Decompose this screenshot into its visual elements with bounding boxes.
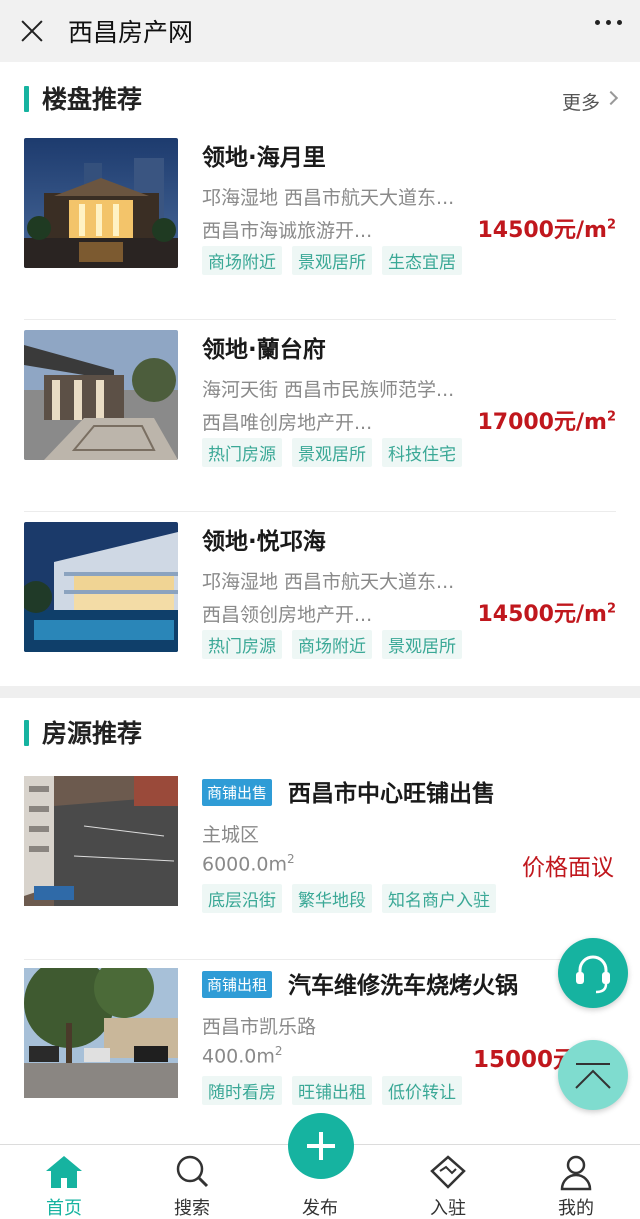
listing-recommend-section: 房源推荐 商铺出售 西昌市中心旺铺出售 主城区 6000.0m2 价格面议 底层… — [0, 698, 640, 1144]
estate-image[interactable] — [24, 138, 178, 268]
page-title: 西昌房产网 — [68, 18, 194, 47]
estate-address: 邛海湿地 西昌市航天大道东... — [202, 571, 455, 593]
section-header: 房源推荐 — [0, 698, 640, 764]
tag: 科技住宅 — [382, 438, 462, 467]
tag: 景观居所 — [292, 438, 372, 467]
handshake-icon — [430, 1155, 466, 1189]
section-header: 楼盘推荐 更多 — [0, 64, 640, 130]
listing-price: 价格面议 — [522, 855, 614, 881]
tag: 底层沿街 — [202, 884, 282, 913]
listing-area: 6000.0m2 — [202, 852, 295, 876]
listing-image[interactable] — [24, 776, 178, 906]
user-icon — [560, 1155, 592, 1191]
section-accent-bar — [24, 86, 29, 112]
tag-list: 商场附近 景观居所 生态宜居 — [202, 246, 462, 275]
listing-title: 西昌市中心旺铺出售 — [288, 781, 495, 807]
tab-search[interactable]: 搜索 — [128, 1145, 256, 1219]
estate-card[interactable]: 领地·蘭台府 海河天街 西昌市民族师范学... 西昌唯创房地产开... 1700… — [24, 322, 616, 512]
tab-join[interactable]: 入驻 — [384, 1145, 512, 1219]
estate-price: 14500元/m2 — [477, 601, 616, 627]
estate-price: 17000元/m2 — [477, 409, 616, 435]
estate-image[interactable] — [24, 522, 178, 652]
estate-developer: 西昌唯创房地产开... — [202, 412, 373, 434]
estate-developer: 西昌市海诚旅游开... — [202, 220, 373, 242]
back-to-top-button[interactable] — [558, 1040, 628, 1110]
tag-list: 底层沿街 繁华地段 知名商户入驻 — [202, 884, 496, 913]
listing-area: 400.0m2 — [202, 1044, 283, 1068]
tag: 景观居所 — [382, 630, 462, 659]
estate-address: 邛海湿地 西昌市航天大道东... — [202, 187, 455, 209]
tab-home[interactable]: 首页 — [0, 1145, 128, 1219]
tag: 热门房源 — [202, 438, 282, 467]
listing-district: 西昌市凯乐路 — [202, 1016, 317, 1038]
search-icon — [176, 1155, 209, 1188]
estate-developer: 西昌领创房地产开... — [202, 604, 373, 626]
section-title: 楼盘推荐 — [42, 85, 143, 114]
estate-address: 海河天街 西昌市民族师范学... — [202, 379, 455, 401]
estate-image[interactable] — [24, 330, 178, 460]
tag: 知名商户入驻 — [382, 884, 496, 913]
tag: 低价转让 — [382, 1076, 462, 1105]
tag: 景观居所 — [292, 246, 372, 275]
estate-recommend-section: 楼盘推荐 更多 领地·海月里 邛海湿地 西昌市航天大道东... 西昌市海诚旅游开… — [0, 64, 640, 686]
tag-list: 随时看房 旺铺出租 低价转让 — [202, 1076, 462, 1105]
estate-price: 14500元/m2 — [477, 217, 616, 243]
section-divider — [0, 686, 640, 698]
more-link[interactable]: 更多 — [562, 88, 600, 115]
estate-name: 领地·蘭台府 — [202, 337, 326, 363]
tag-list: 热门房源 商场附近 景观居所 — [202, 630, 462, 659]
tag: 繁华地段 — [292, 884, 372, 913]
listing-card[interactable]: 商铺出售 西昌市中心旺铺出售 主城区 6000.0m2 价格面议 底层沿街 繁华… — [24, 768, 616, 960]
estate-name: 领地·悦邛海 — [202, 529, 326, 555]
tag: 生态宜居 — [382, 246, 462, 275]
headset-icon — [576, 955, 610, 994]
estate-card[interactable]: 领地·悦邛海 邛海湿地 西昌市航天大道东... 西昌领创房地产开... 1450… — [24, 514, 616, 704]
arrow-up-icon — [575, 1063, 611, 1089]
top-bar: 西昌房产网 — [0, 0, 640, 62]
listing-title: 汽车维修洗车烧烤火锅 — [288, 973, 518, 999]
tag-list: 热门房源 景观居所 科技住宅 — [202, 438, 462, 467]
publish-plus-button[interactable] — [288, 1113, 354, 1179]
chevron-right-icon[interactable] — [603, 90, 619, 106]
tab-label: 首页 — [46, 1198, 82, 1219]
listing-type-badge: 商铺出租 — [202, 971, 273, 998]
close-icon[interactable] — [18, 17, 46, 45]
listing-type-badge: 商铺出售 — [202, 779, 273, 806]
tab-label: 我的 — [558, 1198, 594, 1219]
listing-image[interactable] — [24, 968, 178, 1098]
tag: 随时看房 — [202, 1076, 282, 1105]
more-options-icon[interactable] — [595, 20, 622, 25]
tag: 商场附近 — [292, 630, 372, 659]
tab-mine[interactable]: 我的 — [512, 1145, 640, 1219]
section-title: 房源推荐 — [42, 719, 143, 748]
home-icon — [46, 1156, 82, 1188]
tab-label: 发布 — [302, 1198, 338, 1219]
tab-label: 入驻 — [430, 1198, 466, 1219]
tag: 旺铺出租 — [292, 1076, 372, 1105]
tag: 热门房源 — [202, 630, 282, 659]
estate-name: 领地·海月里 — [202, 145, 326, 171]
tab-label: 搜索 — [174, 1198, 210, 1219]
estate-card[interactable]: 领地·海月里 邛海湿地 西昌市航天大道东... 西昌市海诚旅游开... 1450… — [24, 130, 616, 320]
customer-service-button[interactable] — [558, 938, 628, 1008]
tag: 商场附近 — [202, 246, 282, 275]
listing-district: 主城区 — [202, 824, 260, 846]
section-accent-bar — [24, 720, 29, 746]
